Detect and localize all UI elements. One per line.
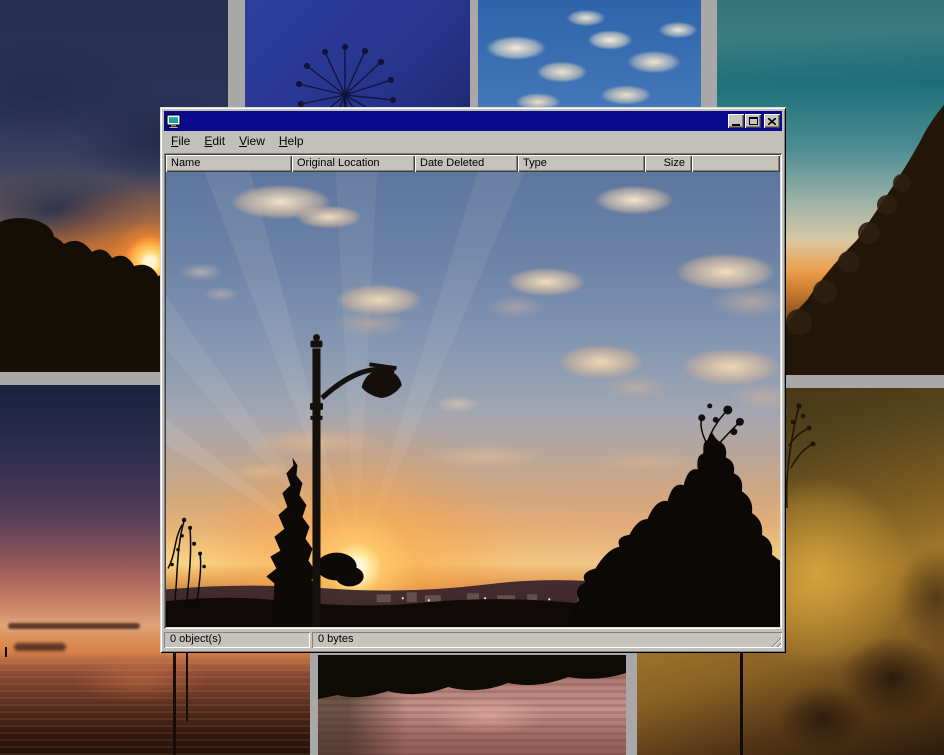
column-header-name[interactable]: Name: [166, 155, 292, 172]
desktop: File Edit View Help Name Original Locati…: [0, 0, 944, 755]
column-header-type[interactable]: Type: [518, 155, 645, 172]
minimize-icon: [732, 124, 740, 126]
dark-cloud-streak: [8, 623, 140, 629]
column-header-date-deleted[interactable]: Date Deleted: [415, 155, 518, 172]
right-trees: [567, 432, 780, 627]
column-header-filler: [692, 155, 780, 172]
column-header-size[interactable]: Size: [645, 155, 692, 172]
column-header-row: Name Original Location Date Deleted Type…: [166, 155, 780, 172]
maximize-button[interactable]: [745, 114, 761, 128]
column-header-original-location[interactable]: Original Location: [292, 155, 415, 172]
recycle-bin-window: File Edit View Help Name Original Locati…: [160, 107, 786, 653]
water-pole: [173, 649, 176, 755]
menu-view[interactable]: View: [232, 132, 272, 151]
close-button[interactable]: [764, 114, 780, 128]
maximize-icon: [749, 117, 758, 125]
minimize-button[interactable]: [728, 114, 744, 128]
resize-grip[interactable]: [769, 635, 781, 647]
distant-shore: [14, 643, 66, 651]
list-view-frame: Name Original Location Date Deleted Type…: [164, 153, 782, 629]
close-icon: [768, 118, 776, 125]
list-view-content[interactable]: [166, 172, 780, 627]
menu-edit[interactable]: Edit: [197, 132, 232, 151]
silhouettes-graphic: [166, 172, 780, 627]
status-object-count: 0 object(s): [164, 632, 310, 648]
status-size: 0 bytes: [312, 632, 782, 648]
statusbar: 0 object(s) 0 bytes: [164, 631, 782, 649]
menu-file[interactable]: File: [164, 132, 197, 151]
cypress-tree: [266, 457, 318, 627]
water-pole: [5, 647, 7, 657]
menu-help[interactable]: Help: [272, 132, 311, 151]
computer-monitor-icon: [166, 113, 182, 129]
wallpaper-photo-water-reflection: [318, 655, 626, 755]
menubar: File Edit View Help: [164, 132, 782, 151]
water-pole: [186, 653, 188, 721]
shore-silhouette-graphic: [318, 655, 626, 755]
titlebar[interactable]: [164, 111, 782, 131]
water-ripples: [0, 657, 310, 755]
